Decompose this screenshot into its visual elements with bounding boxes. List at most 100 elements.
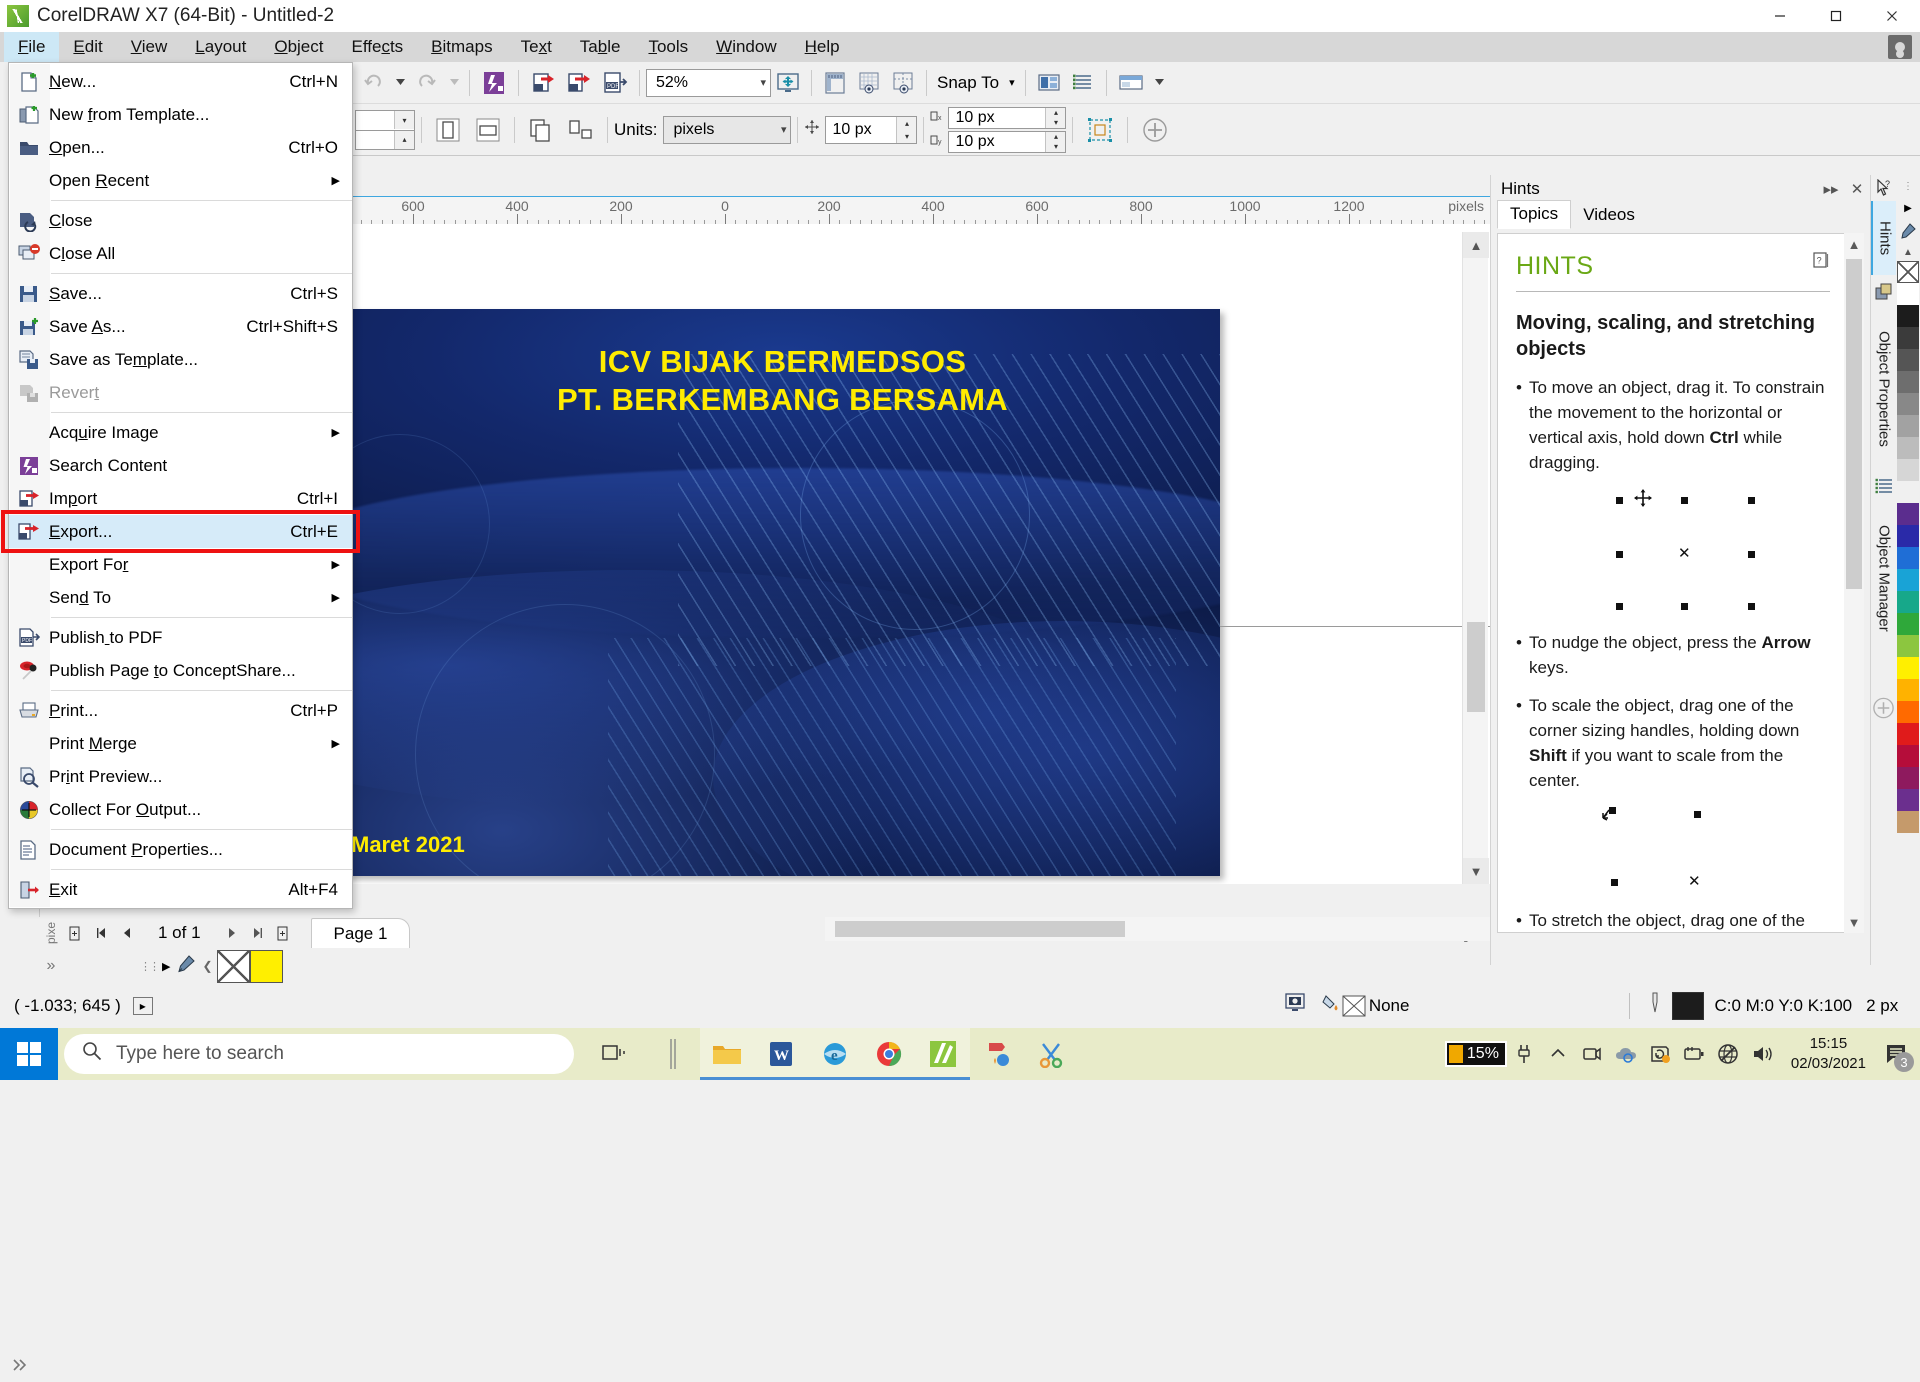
palette-color-swatch[interactable] [1897,283,1919,305]
menu-item-open-recent[interactable]: Open Recent ▶ [9,164,352,197]
hints-content[interactable]: HINTS ? Moving, scaling, and stretching … [1497,233,1849,933]
palette-color-swatch[interactable] [1897,525,1919,547]
taskbar-paint-icon[interactable] [970,1028,1024,1080]
palette-scroll-right-icon[interactable]: ▶ [162,960,170,973]
no-color-swatch[interactable] [1897,261,1919,283]
canvas-vertical-scrollbar[interactable]: ▲ ▼ [1462,232,1489,884]
expand-palette-icon[interactable]: » [40,957,62,975]
palette-color-swatch[interactable] [1897,569,1919,591]
palette-color-swatch[interactable] [1897,679,1919,701]
palette-color-swatch[interactable] [1897,547,1919,569]
search-input[interactable]: Type here to search [64,1034,574,1074]
guideline[interactable] [1220,626,1490,627]
spinner-arrows[interactable]: ▴ ▾ [896,116,917,143]
palette-color-swatch[interactable] [1897,459,1919,481]
plus-circle-icon[interactable] [1871,683,1896,733]
chevron-up-icon[interactable]: ▴ [1046,131,1066,142]
palette-color-swatch[interactable] [1897,723,1919,745]
menu-help[interactable]: Help [791,32,854,63]
menu-item-save-as-template[interactable]: Save as Template... [9,343,352,376]
export-icon[interactable] [562,66,596,100]
menu-item-new-from-template[interactable]: New from Template... [9,98,352,131]
menu-file[interactable]: File [4,31,60,63]
nudge-offset-field[interactable]: 10 px ▴ ▾ [825,115,918,144]
spinner-arrows[interactable]: ▴ ▾ [1045,107,1066,128]
menu-item-open[interactable]: Open... Ctrl+O [9,131,352,164]
fill-none-swatch[interactable] [1341,993,1367,1019]
palette-color-swatch[interactable] [1897,415,1919,437]
menu-item-search-content[interactable]: Search Content [9,449,352,482]
volume-icon[interactable] [1745,1028,1779,1080]
palette-color-swatch[interactable] [1897,503,1919,525]
drag-handle[interactable]: ⋮⋮ [140,960,160,973]
page-tab-page1[interactable]: Page 1 [310,918,411,948]
close-button[interactable] [1864,0,1920,32]
menu-item-export-for[interactable]: Export For ▶ [9,548,352,581]
palette-color-swatch[interactable] [1897,811,1919,833]
menu-item-save[interactable]: Save... Ctrl+S [9,277,352,310]
palette-color-swatch[interactable] [1897,613,1919,635]
portrait-orientation-icon[interactable] [429,113,467,147]
hints-scrollbar[interactable]: ▲ ▼ [1844,233,1864,933]
first-page-button[interactable] [88,920,114,946]
notification-icon[interactable]: 3 [1878,1028,1914,1080]
menu-item-print[interactable]: Print... Ctrl+P [9,694,352,727]
chevron-up-icon[interactable]: ▴ [1046,107,1066,118]
scroll-down-arrow-icon[interactable]: ▼ [1844,911,1864,933]
palette-color-swatch[interactable] [1897,657,1919,679]
menu-tools[interactable]: Tools [634,32,702,63]
scroll-up-arrow-icon[interactable]: ▲ [1463,232,1489,258]
fill-color-icon[interactable] [1321,993,1341,1018]
palette-color-swatch[interactable] [1897,305,1919,327]
collapse-docker-icon[interactable]: ▸▸ [1818,177,1844,201]
duplicate-distance-y-field[interactable]: 10 px ▴ ▾ [948,130,1067,153]
menu-item-new[interactable]: New... Ctrl+N [9,65,352,98]
palette-color-swatch[interactable] [1897,393,1919,415]
menu-view[interactable]: View [117,32,182,63]
outline-color-swatch[interactable] [1672,991,1705,1020]
palette-color-swatch[interactable] [1897,767,1919,789]
palette-color-swatch[interactable] [1897,591,1919,613]
palette-swatch-list[interactable] [1896,283,1920,833]
sidebar-item-object-manager[interactable]: Object Manager [1871,503,1897,653]
menu-item-export[interactable]: Export... Ctrl+E [9,515,352,548]
plus-circle-icon[interactable] [1135,113,1175,147]
slide-artwork[interactable]: ICV BIJAK BERMEDSOS PT. BERKEMBANG BERSA… [345,309,1220,876]
chevron-up-icon[interactable]: ▴ [897,116,917,130]
page-width-field[interactable]: ▾ [355,109,415,130]
object-manager-icon[interactable] [1067,66,1099,100]
color-proof-icon[interactable] [1283,991,1307,1020]
undo-dropdown-chevron-down-icon[interactable] [392,66,408,100]
menu-item-close[interactable]: Close [9,204,352,237]
canvas-horizontal-scrollbar[interactable]: ❯ [825,917,1540,941]
palette-scroll-up-icon[interactable]: ▲ [1896,243,1920,261]
menu-item-acquire-image[interactable]: Acquire Image ▶ [9,416,352,449]
menu-item-save-as[interactable]: Save As... Ctrl+Shift+S [9,310,352,343]
battery-percent-indicator[interactable]: 15% [1444,1041,1507,1067]
scroll-up-arrow-icon[interactable]: ▲ [1844,233,1864,255]
menu-item-send-to[interactable]: Send To ▶ [9,581,352,614]
minimize-button[interactable] [1752,0,1808,32]
show-hidden-icons-icon[interactable] [1541,1028,1575,1080]
menu-item-close-all[interactable]: Close All [9,237,352,270]
palette-color-swatch[interactable] [1897,635,1919,657]
help-topic-icon[interactable]: ? [1813,252,1830,277]
import-icon[interactable] [526,66,560,100]
edit-scale-icon[interactable] [1080,113,1120,147]
taskbar-chrome-icon[interactable] [862,1028,916,1080]
battery-saver-icon[interactable] [1677,1028,1711,1080]
menu-bitmaps[interactable]: Bitmaps [417,32,506,63]
user-account-icon[interactable] [1888,35,1912,59]
slide-date-text[interactable]: Maret 2021 [351,832,465,858]
menu-item-print-merge[interactable]: Print Merge ▶ [9,727,352,760]
chevron-down-icon[interactable]: ▾ [1046,141,1066,152]
taskbar-word-icon[interactable]: W [754,1028,808,1080]
page-layout-chevron-down-icon[interactable] [1152,66,1168,100]
spinner-arrows[interactable]: ▴ ▾ [1045,131,1066,152]
redo-dropdown-chevron-down-icon[interactable] [446,66,462,100]
statusbar-expand-button[interactable]: ▸ [132,996,153,1015]
page-height-field[interactable]: ▴ [355,129,415,150]
taskbar-snipping-tool-icon[interactable] [1024,1028,1078,1080]
search-content-icon[interactable] [477,66,511,100]
color-palette[interactable]: ⋮ ▶ ▲ [1896,175,1920,965]
